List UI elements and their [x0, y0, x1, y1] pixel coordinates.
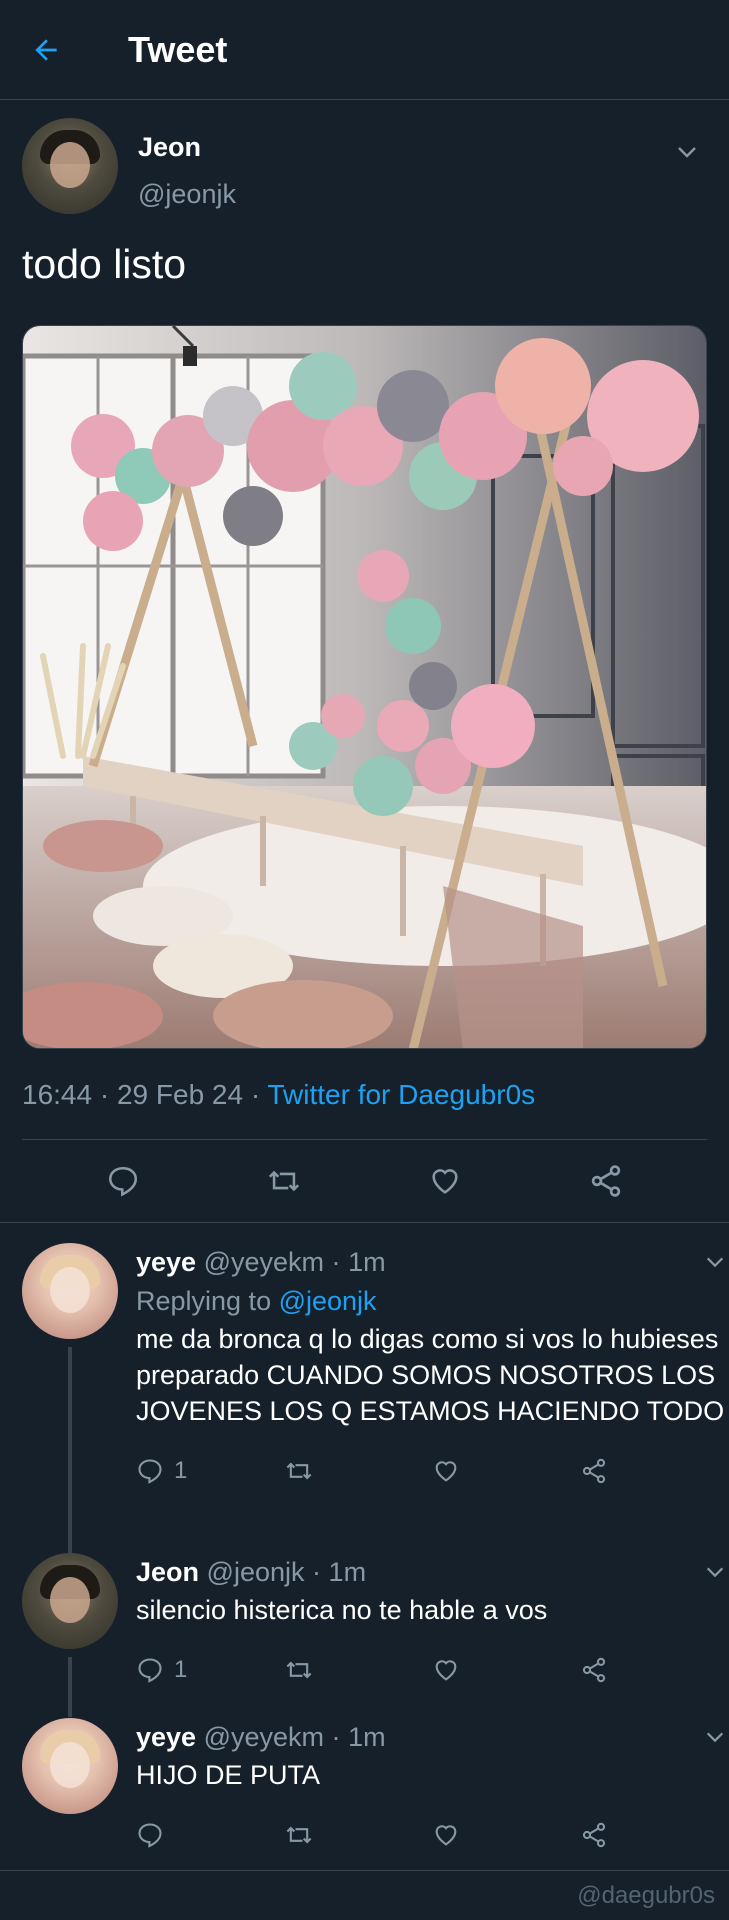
- reply-author-handle[interactable]: @yeyekm: [204, 1247, 324, 1277]
- retweet-icon[interactable]: [264, 1161, 304, 1201]
- reply-icon: [138, 1823, 162, 1848]
- reply-icon[interactable]: [103, 1161, 143, 1201]
- tweet-actions: [22, 1140, 707, 1222]
- reply-author-handle[interactable]: @yeyekm: [204, 1722, 324, 1752]
- main-tweet: Jeon @jeonjk todo listo 16:44 · 29 Feb 2…: [0, 100, 729, 1224]
- like-button[interactable]: [432, 1821, 580, 1849]
- meta-separator: ·: [92, 1079, 117, 1111]
- reply-age: 1m: [328, 1557, 367, 1588]
- reply-actions: [136, 1805, 728, 1865]
- retweet-button[interactable]: [284, 1457, 432, 1485]
- retweet-button[interactable]: [284, 1821, 432, 1849]
- page-title: Tweet: [128, 28, 228, 70]
- tweet-source-link[interactable]: Twitter for Daegubr0s: [267, 1079, 535, 1110]
- separator-dot: ·: [331, 1722, 341, 1753]
- reply-text: HIJO DE PUTA: [136, 1760, 321, 1791]
- retweet-button[interactable]: [284, 1656, 432, 1684]
- author-name[interactable]: Jeon: [138, 132, 236, 163]
- author-handle[interactable]: @jeonjk: [138, 179, 236, 210]
- retweet-icon: [286, 1826, 312, 1844]
- share-button[interactable]: [580, 1457, 728, 1485]
- reply-button[interactable]: 1: [136, 1656, 284, 1684]
- like-button[interactable]: [432, 1457, 580, 1485]
- reply-button[interactable]: [136, 1821, 284, 1849]
- reply-actions: 1: [136, 1441, 728, 1501]
- retweet-icon: [286, 1462, 312, 1480]
- chevron-down-icon[interactable]: [704, 1726, 728, 1750]
- separator-dot: ·: [312, 1557, 322, 1588]
- like-icon[interactable]: [425, 1161, 465, 1201]
- like-icon: [435, 1461, 457, 1482]
- replying-label: Replying to: [136, 1286, 279, 1317]
- reply-text: me da bronca q lo digas como si vos lo h…: [136, 1324, 725, 1427]
- share-button[interactable]: [580, 1821, 728, 1849]
- tweet-date: 29 Feb 24: [116, 1079, 244, 1111]
- retweet-icon: [286, 1661, 312, 1679]
- replying-to: Replying to @jeonjk: [136, 1286, 728, 1317]
- share-icon: [582, 1657, 606, 1683]
- share-icon: [582, 1458, 606, 1484]
- avatar[interactable]: [22, 1553, 118, 1650]
- reply-tweet[interactable]: yeye @yeyekm · 1m Replying to @jeonjk me…: [0, 1223, 729, 1574]
- tweet-text: todo listo: [22, 241, 187, 287]
- reply-actions: 1: [136, 1640, 728, 1700]
- reply-age: 1m: [348, 1722, 386, 1753]
- share-icon: [582, 1822, 606, 1848]
- chevron-down-icon[interactable]: [704, 1561, 728, 1585]
- reply-count: 1: [174, 1457, 188, 1485]
- back-arrow-icon[interactable]: [30, 30, 70, 70]
- reply-tweet[interactable]: Jeon @jeonjk · 1m silencio histerica no …: [0, 1553, 729, 1718]
- reply-header: yeye @yeyekm · 1m: [136, 1722, 728, 1753]
- reply-button[interactable]: 1: [136, 1457, 284, 1485]
- reply-tweet[interactable]: yeye @yeyekm · 1m HIJO DE PUTA: [0, 1718, 729, 1878]
- separator-dot: ·: [331, 1247, 341, 1278]
- like-icon: [435, 1825, 457, 1846]
- like-icon: [435, 1660, 457, 1681]
- top-bar: Tweet: [0, 0, 729, 100]
- chevron-down-icon[interactable]: [704, 1251, 728, 1275]
- avatar[interactable]: [22, 118, 118, 214]
- reply-header: Jeon @jeonjk · 1m: [136, 1557, 728, 1588]
- share-icon[interactable]: [586, 1161, 626, 1201]
- tweet-time: 16:44: [22, 1079, 93, 1111]
- thread-line: [68, 1347, 72, 1574]
- tweet-photo[interactable]: [22, 325, 707, 1050]
- reply-author-name[interactable]: yeye: [136, 1247, 196, 1277]
- tweet-meta: 16:44 · 29 Feb 24 · Twitter for Daegubr0…: [22, 1079, 707, 1141]
- avatar[interactable]: [22, 1243, 118, 1340]
- divider: [0, 1870, 729, 1871]
- reply-count: 1: [174, 1656, 188, 1684]
- reply-icon: [138, 1459, 162, 1484]
- replying-to-link[interactable]: @jeonjk: [279, 1286, 377, 1316]
- tweet-author: Jeon @jeonjk: [22, 118, 707, 218]
- reply-age: 1m: [348, 1247, 386, 1278]
- reply-header: yeye @yeyekm · 1m: [136, 1247, 728, 1278]
- reply-author-name[interactable]: Jeon: [136, 1557, 199, 1587]
- chevron-down-icon[interactable]: [675, 140, 699, 164]
- reply-icon: [138, 1658, 162, 1683]
- thread-line: [68, 1657, 72, 1718]
- avatar[interactable]: [22, 1718, 118, 1815]
- reply-author-name[interactable]: yeye: [136, 1722, 196, 1752]
- share-button[interactable]: [580, 1656, 728, 1684]
- meta-separator: ·: [243, 1079, 268, 1111]
- reply-text: silencio histerica no te hable a vos: [136, 1595, 548, 1626]
- watermark: @daegubr0s: [577, 1882, 715, 1909]
- reply-author-handle[interactable]: @jeonjk: [207, 1557, 305, 1587]
- like-button[interactable]: [432, 1656, 580, 1684]
